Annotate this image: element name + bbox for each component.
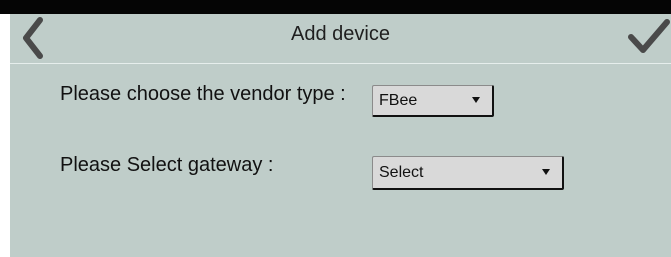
top-edge <box>0 0 671 14</box>
page-title: Add device <box>291 23 390 45</box>
gateway-label: Please Select gateway : <box>60 154 274 176</box>
add-device-screen: Add device Please choose the vendor type… <box>10 14 671 257</box>
screen: Add device Please choose the vendor type… <box>0 0 671 257</box>
gateway-value: Select <box>379 164 424 181</box>
dropdown-arrow-icon <box>542 169 550 175</box>
checkmark-icon <box>628 19 670 53</box>
vendor-type-value: FBee <box>379 92 418 109</box>
gateway-select[interactable]: Select <box>372 156 564 190</box>
dropdown-arrow-icon <box>472 97 480 103</box>
confirm-button[interactable] <box>623 14 671 60</box>
header-bar: Add device <box>10 14 671 64</box>
vendor-type-select[interactable]: FBee <box>372 85 494 117</box>
vendor-type-label: Please choose the vendor type : <box>60 83 346 105</box>
